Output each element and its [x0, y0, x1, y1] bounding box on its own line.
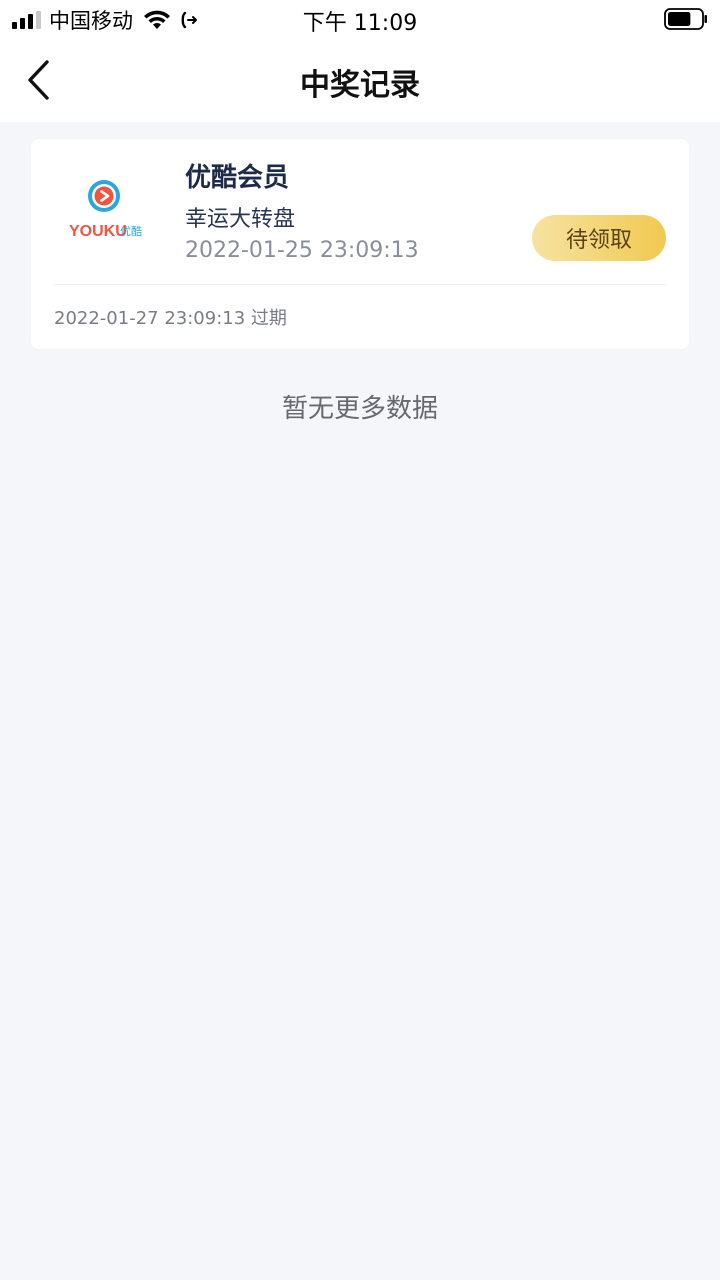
prize-record-card[interactable]: YOUKU 优酷 优酷会员 幸运大转盘 2022-01-25 23:09:13 …: [31, 139, 689, 349]
no-more-data-text: 暂无更多数据: [281, 394, 438, 424]
logo-text-cn: 优酷: [120, 225, 142, 238]
expire-time: 2022-01-27 23:09:13 过期: [54, 308, 287, 329]
status-time: 下午 11:09: [302, 11, 418, 36]
youku-logo-icon: YOUKU 优酷: [69, 180, 142, 240]
status-bar: 中国移动 下午 11:09: [0, 0, 720, 40]
prize-name: 优酷会员: [185, 163, 290, 193]
card-divider: [54, 284, 666, 285]
logo-text-latin: YOUKU: [69, 223, 127, 240]
navigation-bar: 中奖记录: [0, 40, 720, 122]
claim-button[interactable]: 待领取: [532, 215, 666, 261]
battery-icon: [664, 8, 707, 30]
page-title: 中奖记录: [300, 68, 420, 103]
win-time: 2022-01-25 23:09:13: [185, 238, 419, 263]
activity-name: 幸运大转盘: [185, 207, 296, 232]
